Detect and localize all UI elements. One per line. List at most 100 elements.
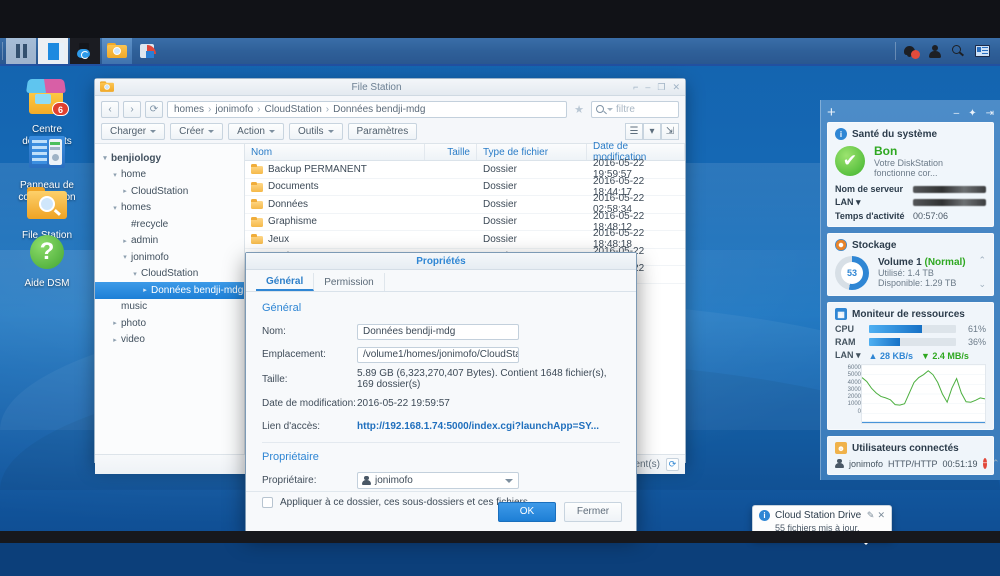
chevron-up-icon[interactable]: ⌃ [978, 255, 986, 266]
close-button[interactable]: Fermer [564, 501, 622, 522]
lan-label[interactable]: LAN ▾ [835, 197, 913, 208]
breadcrumb-item-3[interactable]: Données bendji-mdg [333, 104, 425, 115]
storage-icon [835, 239, 847, 251]
chevron-right-icon[interactable]: ▸ [109, 319, 121, 327]
column-header-name[interactable]: Nom [245, 144, 425, 160]
user-menu-button[interactable] [922, 39, 946, 63]
chevron-down-icon[interactable]: ⌄ [978, 279, 986, 290]
toast-pin-icon[interactable]: ✎ [867, 510, 875, 521]
column-header-type[interactable]: Type de fichier [477, 144, 587, 160]
breadcrumb-item-0[interactable]: homes [174, 104, 204, 115]
desktop-icon-dsm-help[interactable]: ? Aide DSM [4, 230, 90, 290]
tree-item-label: home [121, 169, 147, 181]
taskbar-blue-card-tile[interactable] [38, 38, 68, 64]
owner-select[interactable]: jonimofo [357, 472, 519, 489]
chevron-right-icon[interactable]: ▸ [119, 187, 131, 195]
taskbar-cloud-station-drive-tile[interactable] [70, 38, 100, 64]
health-description: Votre DiskStation fonctionne cor... [874, 158, 944, 178]
chevron-down-icon[interactable]: ▾ [119, 253, 131, 261]
taskbar-pause-tile[interactable] [6, 38, 36, 64]
chevron-down-icon[interactable]: ▾ [109, 204, 121, 212]
column-header-size[interactable]: Taille [425, 144, 477, 160]
tree-item[interactable]: ▾ CloudStation [95, 266, 244, 283]
cell-size [425, 179, 477, 196]
owner-value: jonimofo [375, 475, 413, 486]
cell-name-text: Jeux [268, 233, 290, 245]
favorite-star-icon[interactable]: ★ [571, 101, 587, 118]
network-graph-svg [862, 364, 985, 424]
notification-bell-button[interactable] [898, 39, 922, 63]
view-mode-group: ☰ ▾ ⇲ [625, 123, 679, 140]
tree-item[interactable]: music [95, 299, 244, 316]
breadcrumb-item-2[interactable]: CloudStation [265, 104, 322, 115]
disconnect-user-icon[interactable]: – [982, 458, 988, 469]
cell-name-text: Documents [268, 181, 319, 193]
forward-button[interactable]: › [123, 100, 141, 118]
taskbar-package-center-tile[interactable] [134, 38, 164, 64]
search-button[interactable] [946, 39, 970, 63]
list-view-button[interactable]: ☰ [625, 123, 643, 140]
chevron-right-icon[interactable]: ▸ [139, 286, 151, 294]
access-link[interactable]: http://192.168.1.74:5000/index.cgi?launc… [357, 421, 599, 432]
ram-value: 36% [967, 337, 986, 347]
tree-item[interactable]: ▾ home [95, 167, 244, 184]
filter-input[interactable]: filtre [591, 100, 679, 118]
tree-item[interactable]: ▸ video [95, 332, 244, 349]
storage-percent: 53 [846, 267, 857, 278]
toolbar-button-parametres[interactable]: Paramètres [347, 123, 418, 140]
chevron-down-icon[interactable]: ▾ [129, 270, 141, 278]
toolbar-button-charger[interactable]: Charger [101, 123, 166, 140]
window-maximize-button[interactable]: ❐ [657, 82, 665, 93]
tree-item[interactable]: ▾ benjiology [95, 150, 244, 167]
widget-system-health: i Santé du système Bon Votre DiskStation… [827, 122, 994, 227]
toast-close-icon[interactable]: ✕ [877, 510, 885, 521]
chevron-right-icon[interactable]: ▸ [109, 336, 121, 344]
toolbar-button-outils[interactable]: Outils [288, 123, 343, 140]
chevron-up-icon[interactable]: ⌃ [992, 458, 1000, 469]
window-pin-button[interactable]: ⌐ [633, 82, 638, 92]
file-station-titlebar[interactable]: File Station ⌐ – ❐ ✕ [95, 79, 685, 96]
taskbar-file-station-tile[interactable] [102, 38, 132, 64]
tree-item[interactable]: ▾ jonimofo [95, 249, 244, 266]
tab-general[interactable]: Général [256, 273, 315, 291]
breadcrumb[interactable]: homes › jonimofo › CloudStation › Donnée… [167, 100, 567, 118]
tree-item[interactable]: ▾ homes [95, 200, 244, 217]
back-button[interactable]: ‹ [101, 100, 119, 118]
volume-status: (Normal) [924, 257, 966, 268]
field-label: Taille: [262, 373, 288, 385]
view-options-button[interactable]: ▾ [643, 123, 661, 140]
ok-button[interactable]: OK [498, 501, 556, 522]
location-input[interactable]: /volume1/homes/jonimofo/CloudStation/Don… [357, 346, 519, 363]
lan-traffic-row: LAN ▾ ▲ 28 KB/s ▼ 2.4 MB/s [835, 350, 986, 361]
add-widget-icon[interactable]: + [827, 105, 836, 120]
breadcrumb-separator: › [257, 103, 261, 115]
connected-user-protocol: HTTP/HTTP [888, 458, 938, 469]
refresh-icon[interactable]: ⟳ [666, 458, 679, 471]
tree-item[interactable]: ▸ photo [95, 315, 244, 332]
widgets-toggle-button[interactable] [970, 39, 994, 63]
toolbar-button-creer[interactable]: Créer [170, 123, 224, 140]
reload-button[interactable]: ⟳ [145, 100, 163, 118]
tree-item[interactable]: ▸ Données bendji-mdg [95, 282, 244, 299]
toast-title: Cloud Station Drive [775, 510, 862, 521]
tree-item[interactable]: ▸ CloudStation [95, 183, 244, 200]
widgets-icon [974, 45, 990, 57]
tree-item[interactable]: #recycle [95, 216, 244, 233]
window-minimize-button[interactable]: – [645, 82, 650, 92]
toolbar-button-action[interactable]: Action [228, 123, 284, 140]
y-axis-tick: 1000 [847, 401, 861, 408]
lan-label[interactable]: LAN ▾ [835, 350, 861, 361]
tab-permission[interactable]: Permission [314, 273, 385, 291]
window-close-button[interactable]: ✕ [672, 82, 680, 93]
toolbar-label: Charger [110, 126, 147, 137]
collapse-widgets-icon[interactable]: ⇥ [986, 108, 994, 119]
pin-widgets-icon[interactable]: ✦ [968, 108, 976, 119]
sort-button[interactable]: ⇲ [661, 123, 679, 140]
name-input[interactable]: Données bendji-mdg [357, 323, 519, 340]
chevron-right-icon[interactable]: ▸ [119, 237, 131, 245]
minimize-widgets-icon[interactable]: – [954, 108, 960, 119]
tree-item[interactable]: ▸ admin [95, 233, 244, 250]
breadcrumb-item-1[interactable]: jonimofo [215, 104, 253, 115]
chevron-down-icon[interactable]: ▾ [99, 154, 111, 162]
chevron-down-icon[interactable]: ▾ [109, 171, 121, 179]
